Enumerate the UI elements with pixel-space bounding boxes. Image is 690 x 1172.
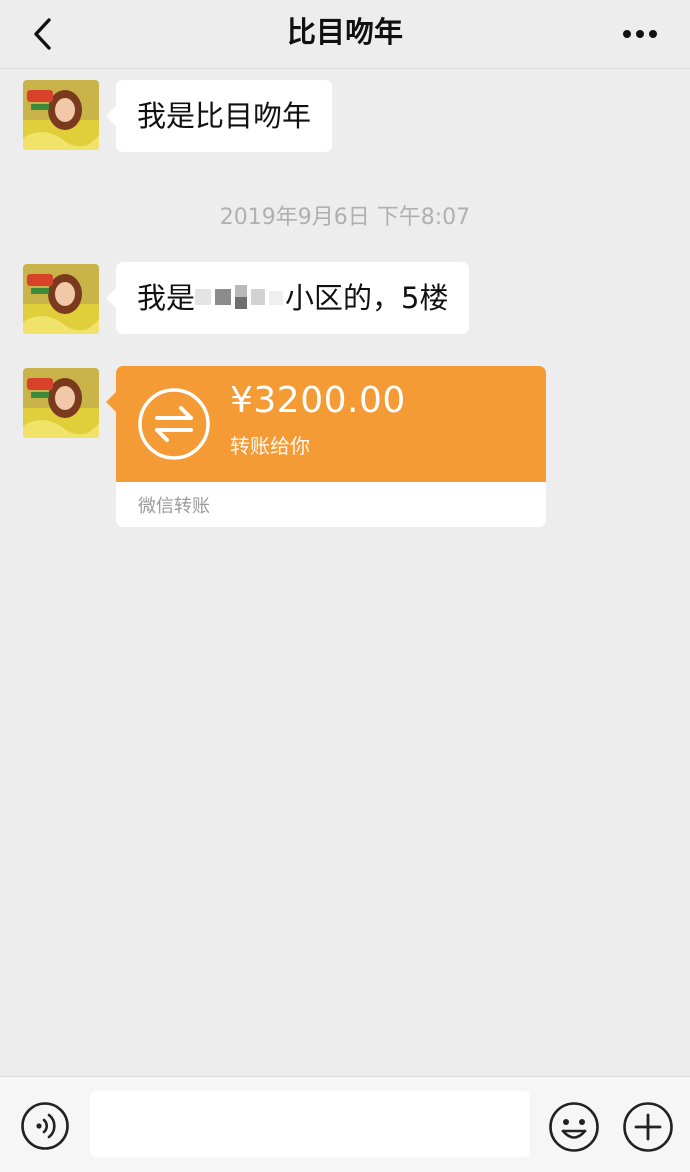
avatar-image [23, 368, 99, 438]
transfer-card[interactable]: ¥3200.00 转账给你 微信转账 [116, 366, 546, 527]
emoji-button[interactable] [548, 1101, 600, 1153]
avatar-image [23, 264, 99, 334]
more-dots-icon [623, 30, 657, 38]
nav-bar: 比目吻年 [0, 0, 690, 69]
message-bubble[interactable]: 我是比目吻年 [105, 80, 333, 152]
transfer-footer: 微信转账 [116, 482, 546, 527]
transfer-arrows-icon [138, 388, 210, 460]
plus-button[interactable] [622, 1101, 674, 1153]
message-text-end: 小区的，5楼 [285, 281, 449, 315]
transfer-description: 转账给你 [230, 434, 310, 458]
timestamp: 2019年9月6日 下午8:07 [219, 205, 471, 230]
plus-icon [623, 1102, 673, 1152]
transfer-amount: ¥3200.00 [230, 380, 406, 421]
transfer-source: 微信转账 [138, 496, 210, 517]
transfer-header: ¥3200.00 转账给你 [116, 366, 546, 482]
emoji-icon [549, 1102, 599, 1152]
transfer-pointer [106, 392, 116, 412]
avatar[interactable] [23, 368, 99, 438]
avatar[interactable] [23, 80, 99, 150]
more-button[interactable] [618, 14, 662, 54]
message-text-start: 我是 [137, 281, 196, 315]
message-text: 我是比目吻年 [137, 99, 312, 133]
avatar[interactable] [23, 264, 99, 334]
voice-icon [21, 1102, 69, 1150]
voice-button[interactable] [20, 1101, 70, 1151]
avatar-image [23, 80, 99, 150]
message-input[interactable] [90, 1091, 530, 1157]
input-bar [0, 1076, 690, 1172]
redaction-blur [195, 285, 284, 309]
message-bubble[interactable]: 我是 小区的，5楼 [105, 262, 470, 334]
page-title: 比目吻年 [286, 15, 403, 49]
